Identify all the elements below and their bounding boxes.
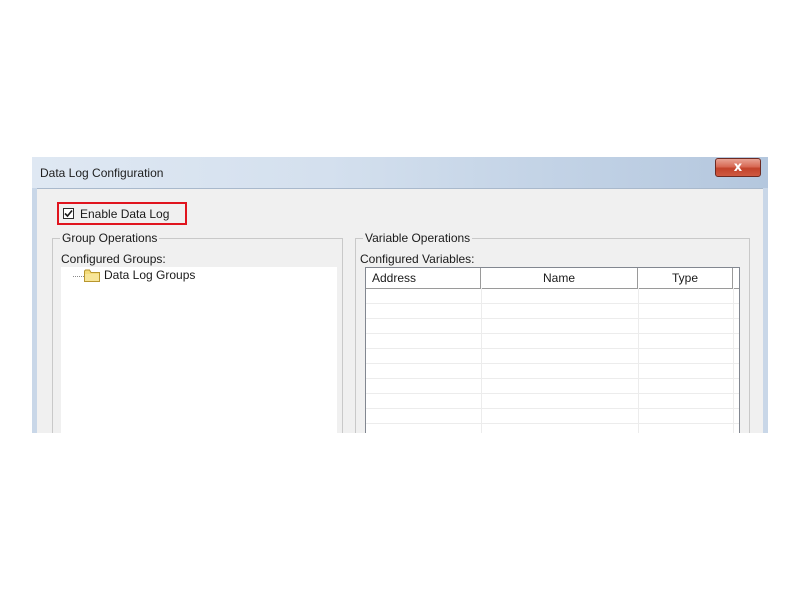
column-header-type[interactable]: Type xyxy=(638,268,733,288)
grid-column-line xyxy=(733,288,734,433)
close-button[interactable]: x xyxy=(715,158,761,177)
tree-connector-line xyxy=(73,276,84,277)
column-header-filler xyxy=(733,268,739,288)
column-header-name[interactable]: Name xyxy=(481,268,638,288)
tree-item-data-log-groups[interactable]: Data Log Groups xyxy=(104,268,195,282)
configured-groups-tree[interactable]: Data Log Groups xyxy=(61,267,337,433)
grid-column-line xyxy=(638,288,639,433)
configured-variables-table[interactable]: Address Name Type xyxy=(365,267,740,433)
group-operations-legend: Group Operations xyxy=(60,231,160,245)
window-title: Data Log Configuration xyxy=(40,166,164,180)
window-frame-right xyxy=(763,188,768,433)
screenshot-canvas: Data Log Configuration x Enable Data Log… xyxy=(0,0,800,600)
table-header: Address Name Type xyxy=(366,268,739,289)
grid-row-line xyxy=(366,348,739,349)
checkmark-icon xyxy=(64,209,73,218)
grid-column-line xyxy=(481,288,482,433)
grid-row-line xyxy=(366,363,739,364)
configured-variables-label: Configured Variables: xyxy=(360,252,475,266)
data-log-configuration-dialog: Data Log Configuration x Enable Data Log… xyxy=(32,157,768,433)
variable-operations-legend: Variable Operations xyxy=(363,231,473,245)
grid-row-line xyxy=(366,318,739,319)
enable-data-log-label[interactable]: Enable Data Log xyxy=(80,207,169,221)
grid-row-line xyxy=(366,423,739,424)
folder-icon xyxy=(84,269,100,282)
enable-data-log-checkbox[interactable] xyxy=(63,208,74,219)
grid-row-line xyxy=(366,408,739,409)
grid-row-line xyxy=(366,378,739,379)
column-header-address[interactable]: Address xyxy=(366,268,481,288)
title-bar[interactable]: Data Log Configuration x xyxy=(32,157,768,189)
grid-row-line xyxy=(366,303,739,304)
grid-row-line xyxy=(366,393,739,394)
configured-groups-label: Configured Groups: xyxy=(61,252,166,266)
grid-row-line xyxy=(366,333,739,334)
close-icon: x xyxy=(733,160,743,175)
